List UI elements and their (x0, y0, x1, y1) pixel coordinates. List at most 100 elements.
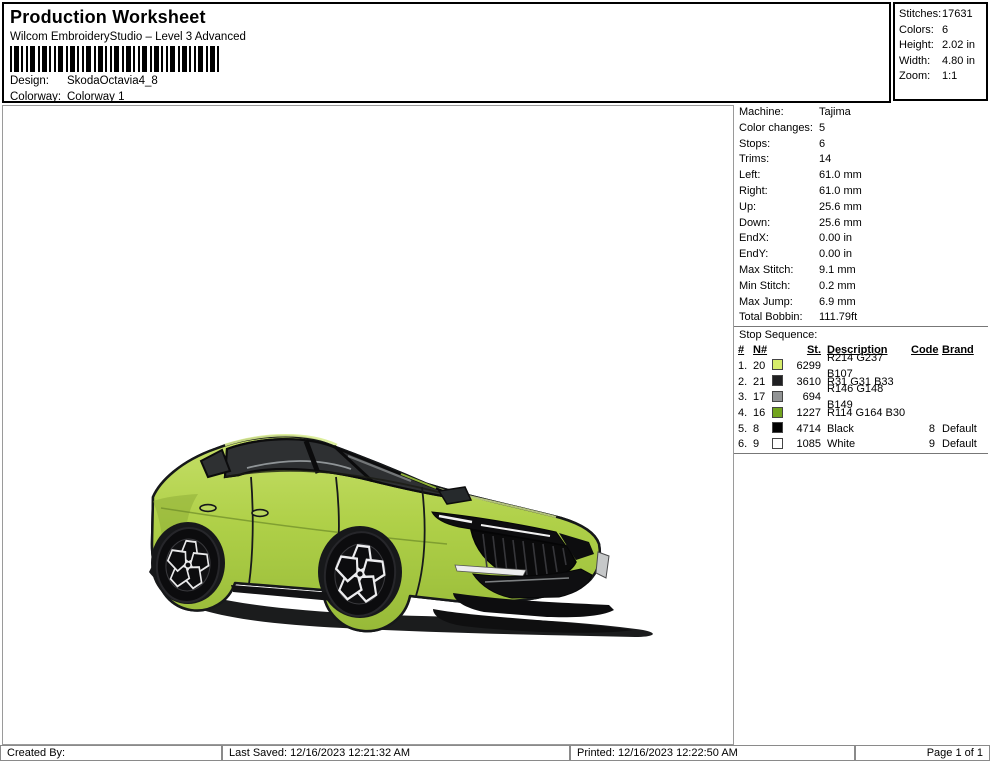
color-swatch (772, 359, 783, 370)
color-swatch (772, 407, 783, 418)
footer-created-by: Created By: (0, 745, 222, 761)
seq-needle: 17 (753, 390, 772, 406)
machine-info-label: Stops: (739, 137, 819, 153)
machine-info-label: Down: (739, 216, 819, 232)
seq-brand: Default (935, 422, 988, 438)
color-swatch (772, 375, 783, 386)
color-swatch (772, 422, 783, 433)
summary-label: Height: (899, 38, 942, 54)
machine-info-value: 6.9 mm (819, 295, 856, 311)
machine-info-label: Max Stitch: (739, 263, 819, 279)
seq-stitches: 3610 (789, 375, 821, 391)
design-row: Design:SkodaOctavia4_8 (10, 75, 158, 87)
machine-info-row: Stops: 6 (734, 137, 988, 153)
seq-stitches: 6299 (789, 359, 821, 375)
machine-info-row: EndX: 0.00 in (734, 231, 988, 247)
machine-info-row: Min Stitch: 0.2 mm (734, 279, 988, 295)
colorway-row: Colorway:Colorway 1 (10, 91, 125, 103)
machine-info-value: 61.0 mm (819, 184, 862, 200)
machine-info-row: Right: 61.0 mm (734, 184, 988, 200)
footer-page-number: Page 1 of 1 (855, 745, 990, 761)
door-handle-rear (200, 505, 216, 512)
machine-info-value: 111.79ft (819, 310, 857, 326)
seq-stitches: 694 (789, 390, 821, 406)
machine-info-row: Max Jump: 6.9 mm (734, 295, 988, 311)
summary-row: Colors: 6 (899, 23, 986, 39)
machine-info-row: Max Stitch: 9.1 mm (734, 263, 988, 279)
col-code: Code (911, 343, 935, 359)
machine-info-value: 6 (819, 137, 825, 153)
stop-sequence-row: 3. 17 694 R146 G148 B149 (738, 390, 988, 406)
seq-swatch-cell (772, 437, 789, 453)
seq-swatch-cell (772, 406, 789, 422)
machine-info-label: Max Jump: (739, 295, 819, 311)
machine-info-value: Tajima (819, 105, 851, 121)
machine-info-label: Machine: (739, 105, 819, 121)
seq-stitches: 1085 (789, 437, 821, 453)
seq-swatch-cell (772, 422, 789, 438)
summary-row: Zoom: 1:1 (899, 69, 986, 85)
summary-value: 6 (942, 23, 948, 39)
summary-label: Zoom: (899, 69, 942, 85)
seq-num: 4. (738, 406, 753, 422)
machine-info-label: Total Bobbin: (739, 310, 819, 326)
machine-info-label: Left: (739, 168, 819, 184)
machine-info-row: Total Bobbin: 111.79ft (734, 310, 988, 326)
col-brand: Brand (935, 343, 988, 359)
stop-sequence-row: 1. 20 6299 R214 G237 B107 (738, 359, 988, 375)
machine-info-label: Up: (739, 200, 819, 216)
stop-sequence-title: Stop Sequence: (734, 326, 988, 343)
design-summary-box: Stitches: 17631 Colors: 6 Height: 2.02 i… (893, 2, 988, 101)
machine-info-value: 61.0 mm (819, 168, 862, 184)
col-stitches: St. (789, 343, 821, 359)
seq-description: White (821, 437, 911, 453)
machine-info-value: 25.6 mm (819, 200, 862, 216)
machine-info-label: Min Stitch: (739, 279, 819, 295)
machine-info-label: Color changes: (739, 121, 819, 137)
seq-needle: 21 (753, 375, 772, 391)
colorway-label: Colorway: (10, 91, 67, 103)
summary-row: Height: 2.02 in (899, 38, 986, 54)
machine-info-row: Down: 25.6 mm (734, 216, 988, 232)
bumper-edge-highlight (596, 552, 609, 578)
seq-num: 2. (738, 375, 753, 391)
header-box: Production Worksheet Wilcom EmbroiderySt… (2, 2, 891, 103)
seq-brand: Default (935, 437, 988, 453)
footer-printed: Printed: 12/16/2023 12:22:50 AM (570, 745, 855, 761)
stop-sequence-table: # N# St. Description Code Brand 1. 20 62… (734, 343, 988, 454)
summary-value: 2.02 in (942, 38, 975, 54)
seq-needle: 16 (753, 406, 772, 422)
summary-value: 17631 (942, 7, 973, 23)
seq-num: 5. (738, 422, 753, 438)
seq-swatch-cell (772, 390, 789, 406)
design-label: Design: (10, 75, 67, 87)
seq-num: 6. (738, 437, 753, 453)
machine-info-value: 25.6 mm (819, 216, 862, 232)
stop-sequence-row: 4. 16 1227 R114 G164 B30 (738, 406, 988, 422)
machine-info-value: 14 (819, 152, 831, 168)
machine-info-rows: Machine: Tajima Color changes: 5 Stops: … (734, 105, 988, 326)
summary-value: 4.80 in (942, 54, 975, 70)
colorway-value: Colorway 1 (67, 91, 125, 103)
software-subtitle: Wilcom EmbroideryStudio – Level 3 Advanc… (10, 31, 246, 43)
page-title: Production Worksheet (10, 7, 206, 28)
summary-label: Colors: (899, 23, 942, 39)
seq-code: 9 (911, 437, 935, 453)
stop-sequence-rows: 1. 20 6299 R214 G237 B107 2. 21 3610 R31… (738, 359, 988, 453)
stop-sequence-row: 6. 9 1085 White 9 Default (738, 437, 988, 453)
machine-info-row: EndY: 0.00 in (734, 247, 988, 263)
design-value: SkodaOctavia4_8 (67, 75, 158, 87)
color-swatch (772, 391, 783, 402)
machine-info-label: Right: (739, 184, 819, 200)
seq-stitches: 4714 (789, 422, 821, 438)
stop-sequence-row: 5. 8 4714 Black 8 Default (738, 422, 988, 438)
seq-needle: 9 (753, 437, 772, 453)
seq-description: R114 G164 B30 (821, 406, 911, 422)
machine-info-value: 9.1 mm (819, 263, 856, 279)
summary-row: Stitches: 17631 (899, 7, 986, 23)
machine-info-value: 0.00 in (819, 231, 852, 247)
seq-swatch-cell (772, 375, 789, 391)
machine-info-row: Trims: 14 (734, 152, 988, 168)
seq-description: Black (821, 422, 911, 438)
color-swatch (772, 438, 783, 449)
